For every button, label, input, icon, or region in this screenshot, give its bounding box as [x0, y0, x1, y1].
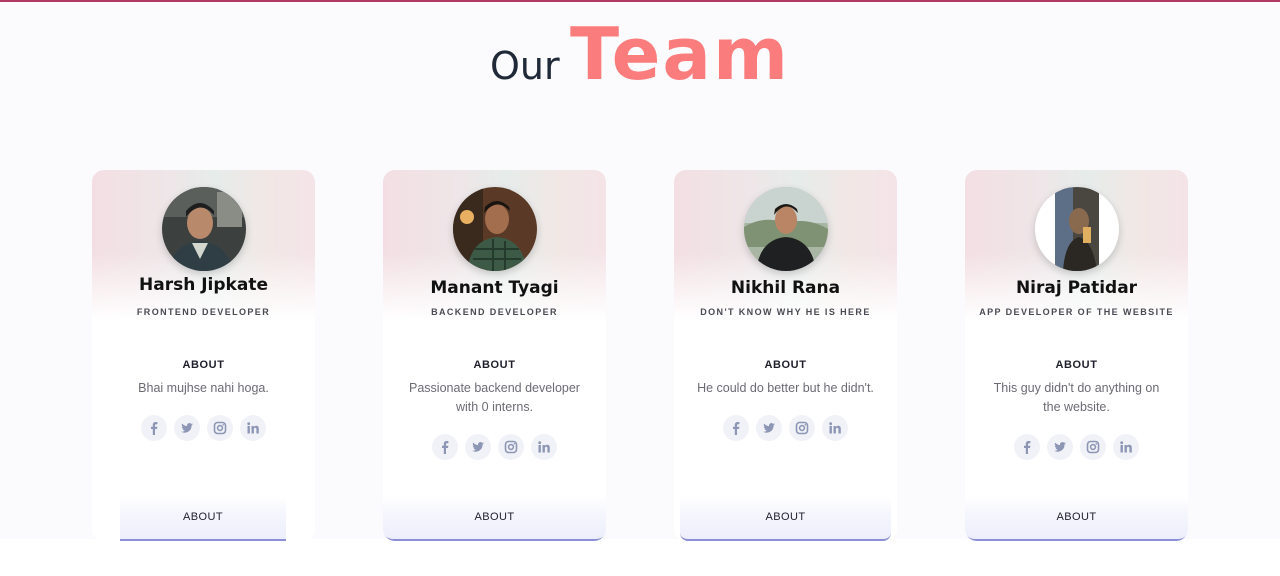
- twitter-icon[interactable]: [756, 415, 782, 441]
- social-links: [965, 434, 1188, 460]
- member-name: Niraj Patidar: [1015, 278, 1138, 298]
- social-links: [383, 434, 606, 460]
- member-role: DON'T KNOW WHY HE IS HERE: [700, 307, 871, 317]
- member-role: BACKEND DEVELOPER: [431, 307, 558, 317]
- facebook-icon[interactable]: [432, 434, 458, 460]
- instagram-icon[interactable]: [498, 434, 524, 460]
- about-heading: ABOUT: [182, 359, 225, 371]
- social-links: [674, 415, 897, 441]
- member-role: FRONTEND DEVELOPER: [136, 307, 271, 317]
- about-text: This guy didn't do anything on the websi…: [993, 381, 1160, 414]
- team-card-manant: Manant Tyagi BACKEND DEVELOPER ABOUT Pas…: [383, 170, 606, 541]
- linkedin-icon[interactable]: [531, 434, 557, 460]
- about-heading: ABOUT: [473, 359, 516, 371]
- about-text: He could do better but he didn't.: [697, 381, 874, 395]
- instagram-icon[interactable]: [1080, 434, 1106, 460]
- team-card-niraj: Niraj Patidar APP DEVELOPER OF THE WEBSI…: [965, 170, 1188, 541]
- team-card-harsh: Harsh Jipkate FRONTEND DEVELOPER ABOUT B…: [92, 170, 315, 541]
- about-text: Bhai mujhse nahi hoga.: [138, 381, 269, 395]
- twitter-icon[interactable]: [174, 415, 200, 441]
- instagram-icon[interactable]: [789, 415, 815, 441]
- avatar: [452, 187, 537, 271]
- about-heading: ABOUT: [1055, 359, 1098, 371]
- about-button[interactable]: ABOUT: [383, 497, 606, 541]
- member-role: APP DEVELOPER OF THE WEBSITE: [979, 307, 1174, 317]
- linkedin-icon[interactable]: [1113, 434, 1139, 460]
- team-section: Our Team Harsh Jipkate FRONTEND DEVELOPE…: [0, 0, 1280, 541]
- about-button[interactable]: ABOUT: [965, 497, 1188, 541]
- facebook-icon[interactable]: [723, 415, 749, 441]
- avatar: [1034, 187, 1119, 271]
- team-card-nikhil: Nikhil Rana DON'T KNOW WHY HE IS HERE AB…: [674, 170, 897, 541]
- avatar: [743, 187, 828, 271]
- member-name: Manant Tyagi: [430, 278, 559, 298]
- avatar: [161, 187, 246, 271]
- title-highlight: Team: [570, 12, 791, 96]
- about-button[interactable]: ABOUT: [680, 497, 891, 541]
- social-links: [92, 415, 315, 441]
- twitter-icon[interactable]: [1047, 434, 1073, 460]
- linkedin-icon[interactable]: [822, 415, 848, 441]
- facebook-icon[interactable]: [141, 415, 167, 441]
- facebook-icon[interactable]: [1014, 434, 1040, 460]
- title-prefix: Our: [489, 44, 560, 88]
- page-title: Our Team: [0, 12, 1280, 96]
- instagram-icon[interactable]: [207, 415, 233, 441]
- member-name: Nikhil Rana: [730, 278, 841, 298]
- linkedin-icon[interactable]: [240, 415, 266, 441]
- about-text: Passionate backend developer with 0 inte…: [409, 381, 580, 414]
- about-button[interactable]: ABOUT: [120, 497, 286, 541]
- twitter-icon[interactable]: [465, 434, 491, 460]
- member-name: Harsh Jipkate: [139, 275, 268, 295]
- about-heading: ABOUT: [764, 359, 807, 371]
